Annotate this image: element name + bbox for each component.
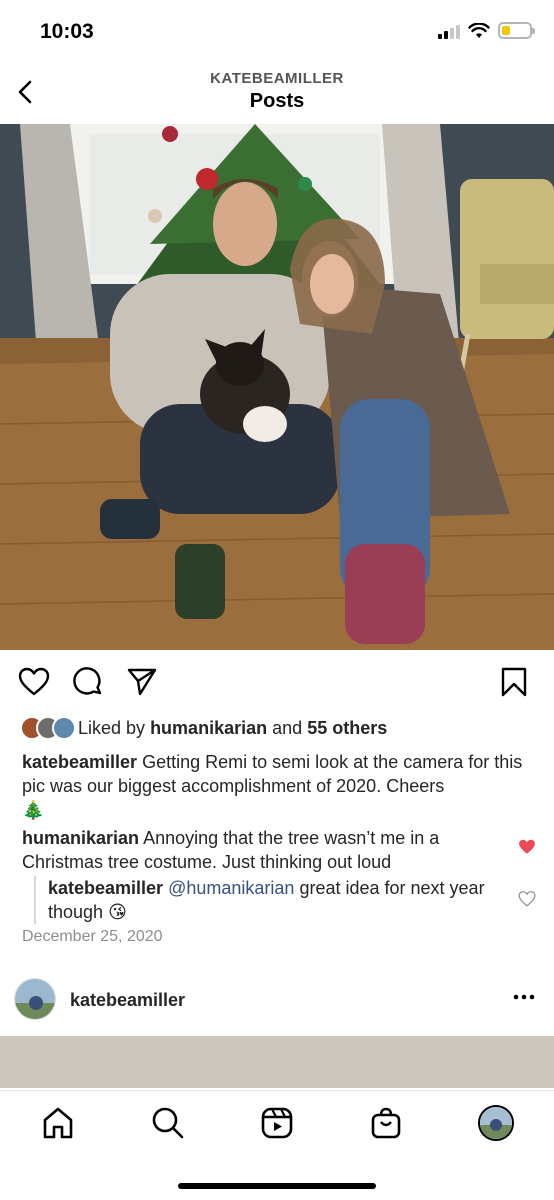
next-post-header: katebeamiller	[0, 976, 554, 1024]
reply-username[interactable]: katebeamiller	[48, 878, 163, 898]
comment-icon[interactable]	[72, 666, 104, 698]
wifi-icon	[468, 22, 490, 38]
comment-item: humanikarian Annoying that the tree wasn…	[22, 826, 502, 874]
home-indicator	[178, 1183, 376, 1189]
post-caption: katebeamiller Getting Remi to semi look …	[22, 750, 532, 822]
more-icon[interactable]	[512, 992, 536, 1002]
page-title: Posts	[249, 90, 305, 112]
search-icon[interactable]	[150, 1105, 186, 1141]
reply-item: katebeamiller @humanikarian great idea f…	[34, 876, 494, 924]
send-icon[interactable]	[126, 666, 158, 698]
tab-bar	[0, 1090, 554, 1200]
profile-avatar-tab[interactable]	[478, 1105, 514, 1141]
kiss-emoji: 😘	[108, 902, 127, 922]
likes-summary[interactable]: Liked by humanikarian and 55 others	[20, 716, 387, 740]
post-photo[interactable]	[0, 124, 554, 650]
comment-like-icon[interactable]	[518, 838, 536, 856]
likes-prefix: Liked by	[78, 717, 146, 738]
reply-mention[interactable]: @humanikarian	[168, 878, 294, 898]
comment-username[interactable]: humanikarian	[22, 828, 139, 848]
reply-like-icon[interactable]	[518, 890, 536, 908]
avatar[interactable]	[14, 978, 56, 1020]
status-icons	[438, 22, 535, 39]
caption-username[interactable]: katebeamiller	[22, 752, 137, 772]
tree-emoji: 🎄	[22, 800, 45, 820]
status-time: 10:03	[40, 20, 94, 43]
next-post-photo[interactable]	[0, 1036, 554, 1088]
likes-user[interactable]: humanikarian	[150, 718, 267, 739]
likes-and: and	[272, 717, 303, 738]
likes-others[interactable]: 55 others	[307, 718, 387, 739]
heart-icon[interactable]	[18, 666, 50, 698]
signal-icon	[438, 23, 460, 39]
status-bar: 10:03	[0, 0, 554, 60]
reels-icon[interactable]	[259, 1105, 295, 1141]
header-username: KATEBEAMILLER	[210, 70, 344, 87]
nav-header: KATEBEAMILLER Posts	[0, 62, 554, 122]
post-actions	[0, 662, 554, 702]
bookmark-icon[interactable]	[498, 666, 530, 698]
home-icon[interactable]	[40, 1105, 76, 1141]
shop-icon[interactable]	[368, 1105, 404, 1141]
battery-icon	[498, 22, 535, 39]
post-date: December 25, 2020	[22, 928, 163, 945]
liker-avatars	[20, 716, 76, 740]
next-post-username[interactable]: katebeamiller	[70, 990, 185, 1011]
